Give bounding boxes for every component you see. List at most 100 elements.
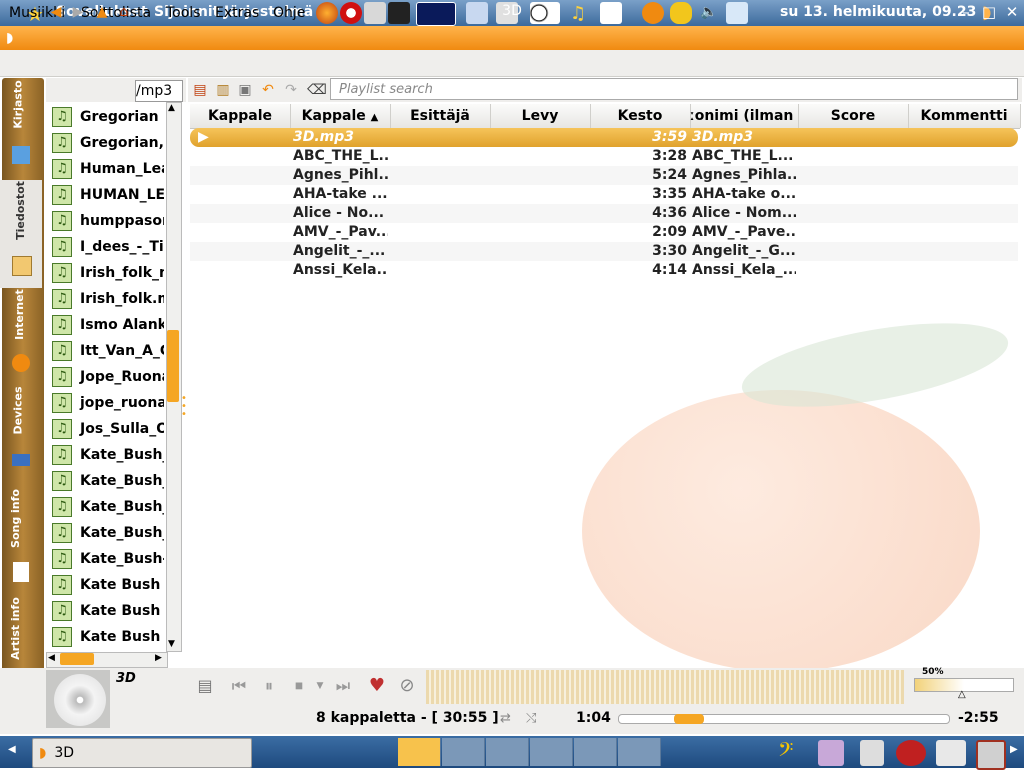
pause-icon[interactable]: ⏸ bbox=[256, 674, 282, 698]
file-item[interactable]: ♫ Jos_Sulla_O bbox=[46, 416, 164, 442]
load-playlist-icon[interactable]: ▥ bbox=[213, 80, 233, 100]
file-item[interactable]: ♫ Kate_Bush- bbox=[46, 546, 164, 572]
clear-search-icon[interactable]: ⌫ bbox=[307, 80, 327, 100]
app-icon[interactable]: ◗ bbox=[6, 30, 13, 46]
browser-vscroll-thumb[interactable] bbox=[167, 330, 179, 402]
file-item[interactable]: ♫ Irish_folk.m bbox=[46, 286, 164, 312]
cd-icon bbox=[54, 674, 106, 726]
file-item[interactable]: ♫ I_dees_-_Tin bbox=[46, 234, 164, 260]
tab-files[interactable]: Tiedostot bbox=[0, 180, 42, 288]
file-item[interactable]: ♫ Irish_folk_m bbox=[46, 260, 164, 286]
scroll-left-icon[interactable]: ◀ bbox=[48, 653, 55, 663]
column-comment[interactable]: Kommentti bbox=[908, 104, 1021, 128]
tab-internet[interactable]: Internet bbox=[0, 289, 42, 380]
file-item[interactable]: ♫ jope_ruona bbox=[46, 390, 164, 416]
file-name: Ismo Alank bbox=[80, 317, 164, 333]
previous-icon[interactable]: ⏮ bbox=[226, 674, 252, 698]
tab-devices[interactable]: Devices bbox=[0, 384, 42, 476]
file-item[interactable]: ♫ HUMAN_LEA bbox=[46, 182, 164, 208]
playlist-row[interactable]: Anssi_Kela... 4:14 Anssi_Kela_... bbox=[190, 261, 1018, 280]
spectrum-analyzer[interactable] bbox=[426, 670, 904, 704]
scroll-up-icon[interactable]: ▲ bbox=[168, 103, 175, 113]
forward-icon[interactable]: ▶ bbox=[68, 2, 88, 22]
shuffle-icon[interactable]: ⤭ bbox=[526, 711, 536, 726]
playlist-row[interactable]: Angelit_-_... 3:30 Angelit_-_G... bbox=[190, 242, 1018, 261]
file-item[interactable]: ♫ Kate Bush - bbox=[46, 598, 164, 624]
minimize-icon[interactable]: – bbox=[958, 4, 974, 20]
volume-handle-icon[interactable]: △ bbox=[958, 689, 966, 700]
file-item[interactable]: ♫ Human_Lea bbox=[46, 156, 164, 182]
workspace-2[interactable] bbox=[442, 738, 485, 766]
playlist-row[interactable]: Agnes_Pihl... 5:24 Agnes_Pihla... bbox=[190, 166, 1018, 185]
column-filename[interactable]: ːonimi (ilman p bbox=[690, 104, 799, 128]
path-field[interactable]: /mp3 bbox=[135, 80, 183, 102]
new-playlist-icon[interactable]: ▤ bbox=[190, 80, 210, 100]
browser-hscroll-thumb[interactable] bbox=[60, 653, 94, 665]
stop-icon[interactable]: ⏹ bbox=[286, 674, 312, 698]
scroll-right-icon[interactable]: ▶ bbox=[155, 653, 162, 663]
scroll-down-icon[interactable]: ▼ bbox=[168, 639, 175, 649]
workspace-5[interactable] bbox=[574, 738, 617, 766]
file-item[interactable]: ♫ Kate_Bush_ bbox=[46, 468, 164, 494]
workspace-4[interactable] bbox=[530, 738, 573, 766]
column-album[interactable]: Levy bbox=[490, 104, 591, 128]
file-item[interactable]: ♫ Ismo Alank bbox=[46, 312, 164, 338]
bass-clef-icon[interactable]: 𝄢 bbox=[778, 738, 793, 766]
redo-icon[interactable]: ↷ bbox=[281, 80, 301, 100]
file-item[interactable]: ♫ humppasor bbox=[46, 208, 164, 234]
home-icon[interactable]: ⌂ bbox=[114, 2, 134, 22]
opera-tray-icon[interactable] bbox=[896, 740, 926, 766]
back-icon[interactable]: ◀ bbox=[46, 2, 66, 22]
file-item[interactable]: ♫ Kate Bush - bbox=[46, 624, 164, 650]
file-item[interactable]: ♫ Itt_Van_A_G bbox=[46, 338, 164, 364]
maximize-icon[interactable]: □ bbox=[981, 4, 997, 20]
menu-tools[interactable]: Tools bbox=[166, 5, 201, 21]
splitter-handle[interactable]: • • • bbox=[181, 394, 187, 420]
file-item[interactable]: ♫ Kate Bush - bbox=[46, 572, 164, 598]
column-artist[interactable]: Esittäjä bbox=[390, 104, 491, 128]
disk-icon[interactable] bbox=[860, 740, 884, 766]
playlist-row[interactable]: AHA-take ... 3:35 AHA-take o... bbox=[190, 185, 1018, 204]
switch-icon[interactable] bbox=[936, 740, 966, 766]
next-icon[interactable]: ⏭ bbox=[330, 674, 356, 698]
undo-icon[interactable]: ↶ bbox=[258, 80, 278, 100]
workspace-3[interactable] bbox=[486, 738, 529, 766]
tab-song-info[interactable]: Song info bbox=[0, 489, 42, 590]
menu-extras[interactable]: Extras bbox=[215, 5, 259, 21]
workspace-6[interactable] bbox=[618, 738, 661, 766]
column-title[interactable]: Kappale ▲ bbox=[290, 104, 391, 128]
playlist-row[interactable]: AMV_-_Pav... 2:09 AMV_-_Pave... bbox=[190, 223, 1018, 242]
seek-slider[interactable] bbox=[618, 714, 950, 724]
file-item[interactable]: ♫ Gregorian - bbox=[46, 104, 164, 130]
file-item[interactable]: ♫ Gregorian, bbox=[46, 130, 164, 156]
playlist-search-input[interactable]: Playlist search bbox=[330, 78, 1018, 100]
close-icon[interactable]: ✕ bbox=[1004, 4, 1020, 20]
cell-filename: AMV_-_Pave... bbox=[692, 224, 796, 240]
taskbar-left-arrow-icon[interactable]: ◀ bbox=[8, 744, 16, 755]
tab-library[interactable]: Kirjasto bbox=[0, 78, 42, 178]
playlist-menu-icon[interactable]: ▤ bbox=[192, 674, 218, 698]
file-item[interactable]: ♫ Kate_Bush_ bbox=[46, 494, 164, 520]
media-icon[interactable] bbox=[818, 740, 844, 766]
playlist-row-playing[interactable]: ▶ 3D.mp3 3:59 3D.mp3 bbox=[190, 128, 1018, 147]
cell-length: 4:14 bbox=[652, 262, 687, 278]
stop-menu-icon[interactable]: ▼ bbox=[313, 674, 327, 698]
file-item[interactable]: ♫ Jope_Ruona bbox=[46, 364, 164, 390]
menu-help[interactable]: Ohje bbox=[273, 5, 305, 21]
up-icon[interactable]: ▲ bbox=[92, 2, 112, 22]
file-item[interactable]: ♫ Kate_Bush_ bbox=[46, 442, 164, 468]
taskbar-item-clementine[interactable]: ◗ 3D bbox=[32, 738, 252, 768]
repeat-icon[interactable]: ⇄ bbox=[500, 711, 511, 726]
workspace-1[interactable] bbox=[398, 738, 441, 766]
playlist-row[interactable]: ABC_THE_L... 3:28 ABC_THE_L... bbox=[190, 147, 1018, 166]
column-length[interactable]: Kesto bbox=[590, 104, 691, 128]
save-playlist-icon[interactable]: ▣ bbox=[235, 80, 255, 100]
screen-icon[interactable] bbox=[976, 740, 1006, 770]
file-item[interactable]: ♫ Kate_Bush_ bbox=[46, 520, 164, 546]
ban-icon[interactable]: ⊘ bbox=[394, 674, 420, 698]
playlist-row[interactable]: Alice - No... 4:36 Alice - Nom... bbox=[190, 204, 1018, 223]
column-track-number[interactable]: Kappale bbox=[190, 104, 291, 128]
column-score[interactable]: Score bbox=[798, 104, 909, 128]
love-icon[interactable]: ♥ bbox=[364, 674, 390, 698]
taskbar-right-arrow-icon[interactable]: ▶ bbox=[1010, 744, 1018, 755]
